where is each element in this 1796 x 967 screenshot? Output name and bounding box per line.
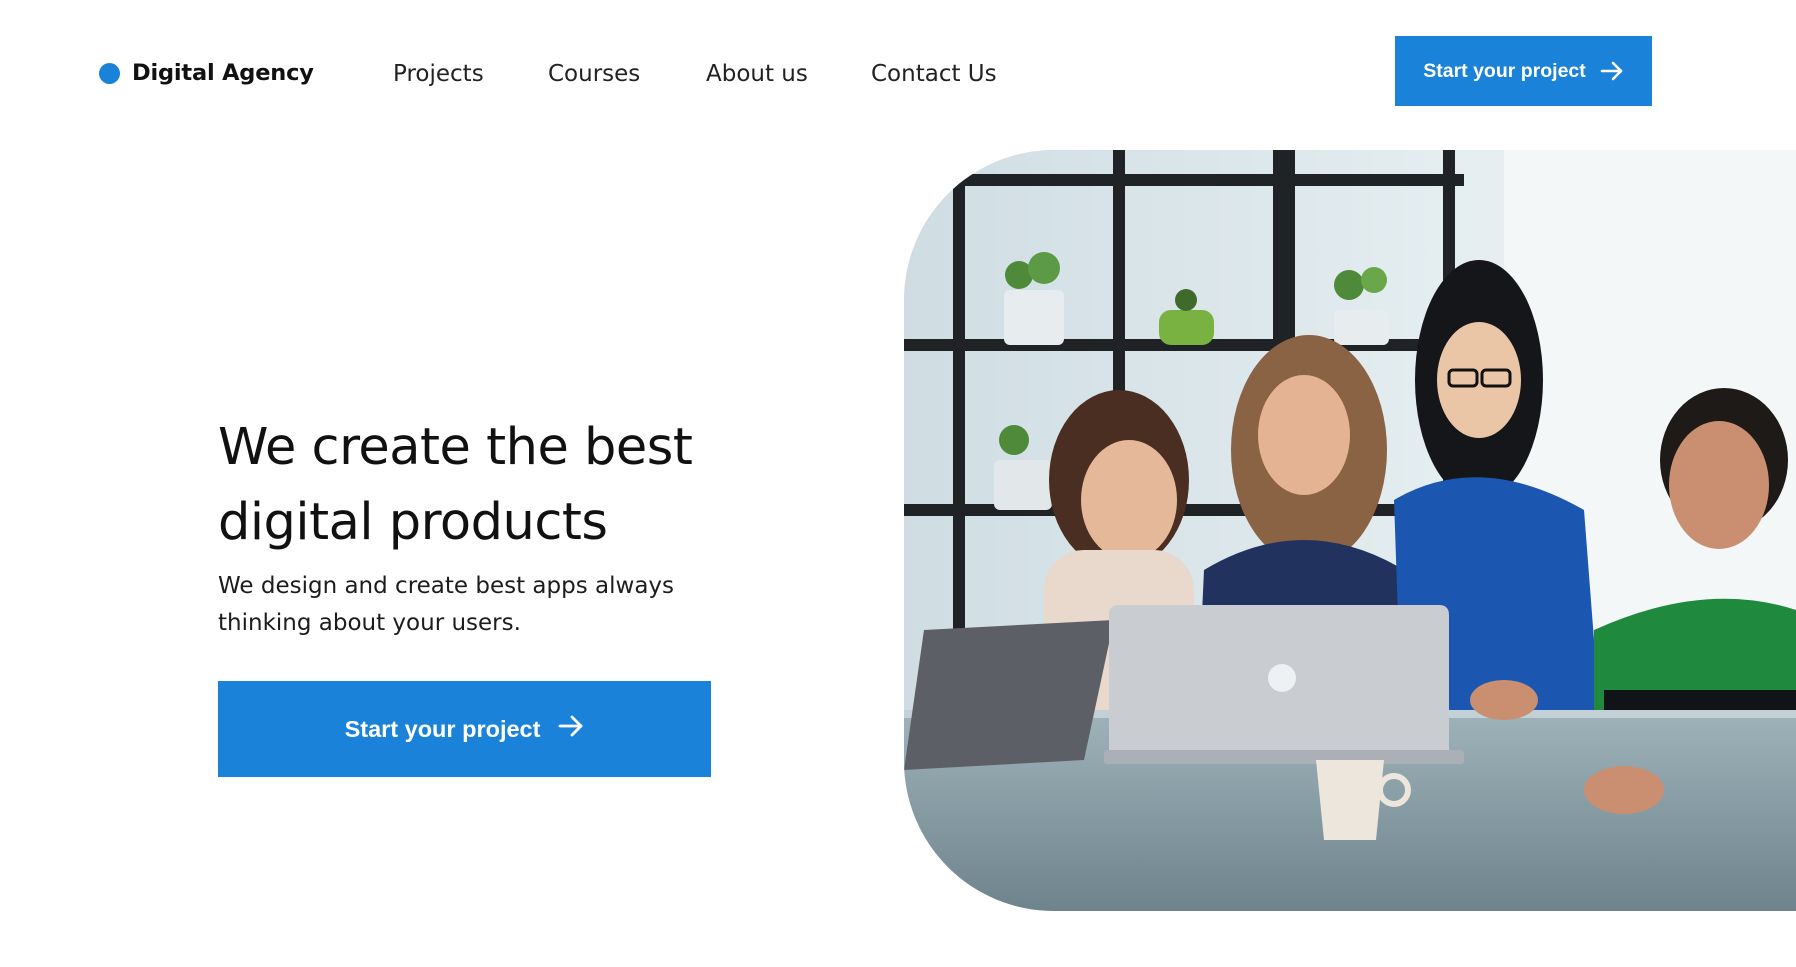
logo-text: Digital Agency bbox=[132, 60, 314, 86]
nav-link-courses[interactable]: Courses bbox=[548, 58, 640, 90]
hero-subtitle: We design and create best apps always th… bbox=[218, 573, 675, 636]
landing-page: Digital Agency Projects Courses About us… bbox=[0, 0, 1796, 967]
arrow-right-icon bbox=[1600, 61, 1624, 81]
logo-dot-icon bbox=[99, 62, 120, 84]
header-start-project-button[interactable]: Start your project bbox=[1395, 36, 1652, 106]
hero-start-project-button[interactable]: Start your project bbox=[218, 681, 711, 777]
hero-title: We create the best digital products bbox=[218, 418, 693, 552]
hero-start-project-label: Start your project bbox=[344, 715, 541, 742]
header-start-project-label: Start your project bbox=[1423, 59, 1586, 82]
hero-team-photo bbox=[904, 150, 1796, 911]
arrow-right-icon bbox=[558, 715, 584, 743]
nav-link-contact-us[interactable]: Contact Us bbox=[871, 58, 997, 90]
nav-link-projects[interactable]: Projects bbox=[393, 58, 484, 90]
logo[interactable]: Digital Agency bbox=[99, 60, 314, 86]
nav-link-about-us[interactable]: About us bbox=[706, 58, 808, 90]
